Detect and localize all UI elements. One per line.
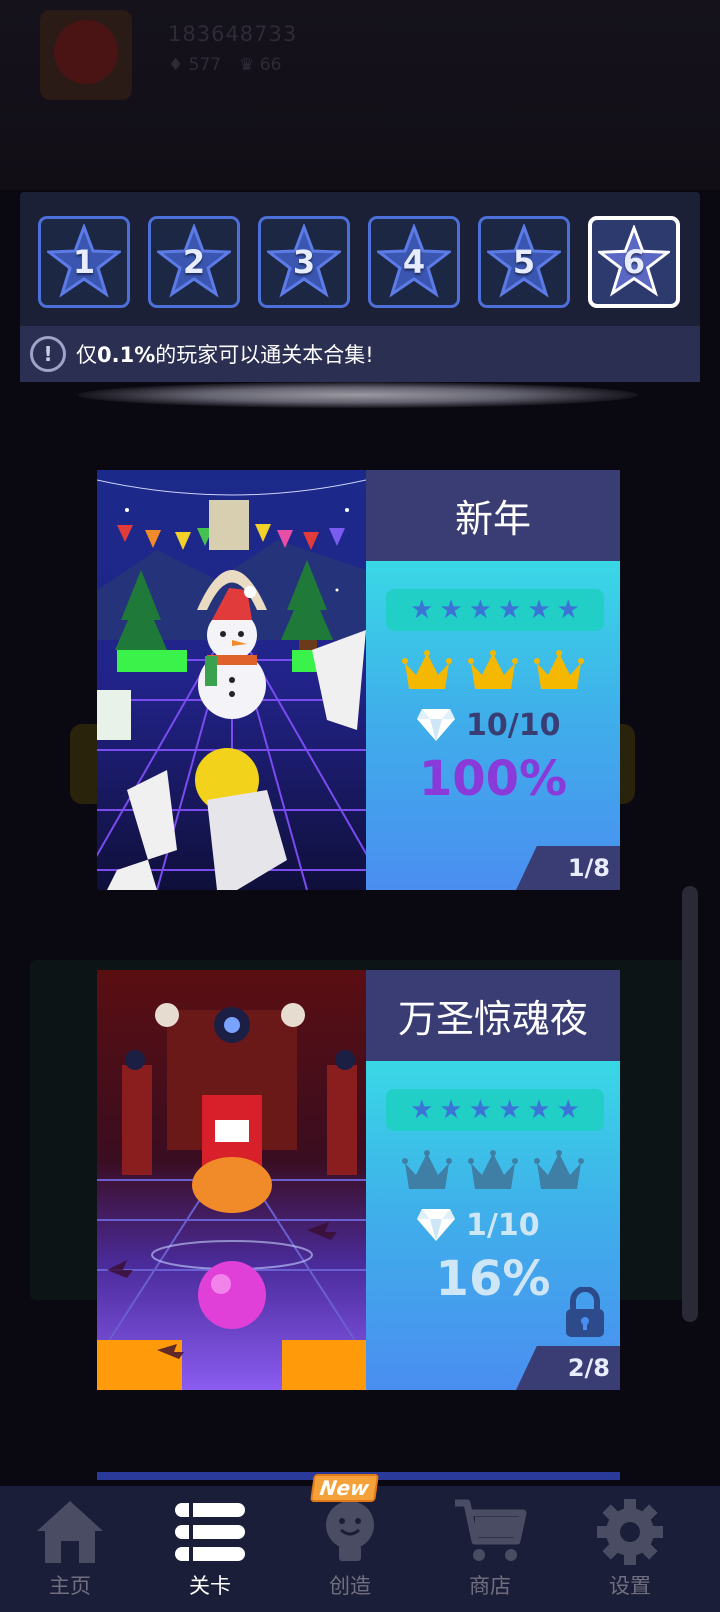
star-icon: ★ [527,1095,551,1125]
star-icon: ★ [410,595,434,625]
nav-levels[interactable]: 关卡 [140,1486,280,1612]
level-title: 新年 [366,470,620,561]
page-text: 1/8 [567,854,610,882]
crown-icon: ♛ [239,55,255,75]
nav-label: 商店 [469,1574,511,1598]
nav-label: 主页 [49,1574,91,1598]
stage-number: 5 [512,243,536,281]
level-stats: ★ ★ ★ ★ ★ ★ 1/10 16% 2/8 [366,1061,620,1390]
shop-cart-icon [453,1494,527,1570]
stage-button-3[interactable]: 3 [258,216,350,308]
star-icon: ★ [468,595,492,625]
panel-shadow [78,382,638,408]
star-rating: ★ ★ ★ ★ ★ ★ [386,589,604,631]
crowns-earned [402,649,584,693]
diamond-icon [417,1209,455,1241]
crown-icon [402,650,452,689]
nav-label: 创造 [329,1574,371,1598]
stage-button-4[interactable]: 4 [368,216,460,308]
bottom-navigation: 主页 关卡 New 创造 商店 设置 [0,1474,720,1612]
star-icon: ★ [556,595,580,625]
crown-icon [468,1150,518,1189]
level-card-halloween[interactable]: 万圣惊魂夜 ★ ★ ★ ★ ★ ★ 1/10 16% 2/8 [97,970,620,1390]
stage-number: 4 [402,243,426,281]
star-icon: ★ [439,595,463,625]
gems-collected: 10/10 [416,707,560,743]
star-icon: ★ [439,1095,463,1125]
levels-list-icon [173,1494,247,1570]
star-icon: ★ [527,595,551,625]
nav-label: 设置 [609,1574,651,1598]
level-title: 万圣惊魂夜 [366,970,620,1061]
lock-icon [566,1287,604,1337]
notice-text: 仅0.1%的玩家可以通关本合集! [76,343,374,367]
star-icon: ★ [468,1095,492,1125]
star-icon: ★ [410,1095,434,1125]
stage-button-2[interactable]: 2 [148,216,240,308]
nav-settings[interactable]: 设置 [560,1486,700,1612]
page-text: 2/8 [567,1354,610,1382]
star-icon: ★ [498,595,522,625]
level-stats: ★ ★ ★ ★ ★ ★ 10/10 100% 1/8 [366,561,620,890]
completion-notice: ! 仅0.1%的玩家可以通关本合集! [20,326,700,382]
stage-number: 3 [292,243,316,281]
completion-percent: 100% [418,751,568,807]
user-id: 183648733 [168,22,298,46]
stage-button-6[interactable]: 6 [588,216,680,308]
nav-shop[interactable]: 商店 [420,1486,560,1612]
settings-gear-icon [593,1494,667,1570]
crown-icon [534,650,584,689]
scrollbar[interactable] [682,886,698,1322]
new-badge: New [310,1474,379,1502]
create-bulb-icon [313,1494,387,1570]
star-icon: ★ [498,1095,522,1125]
stage-button-1[interactable]: 1 [38,216,130,308]
gem-icon: ♦ [168,55,184,75]
user-stats: ♦ 577 ♛ 66 [168,55,281,75]
home-icon [33,1494,107,1570]
star-rating: ★ ★ ★ ★ ★ ★ [386,1089,604,1131]
stage-number: 2 [182,243,206,281]
gem-count: 10/10 [466,707,561,743]
diamond-icon [417,709,455,741]
background-profile-area: 183648733 ♦ 577 ♛ 66 [0,0,720,190]
nav-create[interactable]: New 创造 [280,1474,420,1612]
crown-count-label: ♛ 66 [239,55,282,75]
stage-selector-panel: 1 2 3 4 5 6 ! 仅0.1%的玩家可以通关本合集! [20,192,700,382]
page-indicator: 1/8 [516,846,620,890]
level-artwork-new-year [97,470,366,890]
gem-count-label: ♦ 577 [168,55,222,75]
star-icon: ★ [556,1095,580,1125]
level-select-screen: 183648733 ♦ 577 ♛ 66 1 2 3 4 5 6 ! 仅0.1%… [0,0,720,1612]
stage-button-5[interactable]: 5 [478,216,570,308]
level-card-new-year[interactable]: 新年 ★ ★ ★ ★ ★ ★ 10/10 100% 1/8 [97,470,620,890]
exclamation-icon: ! [30,336,66,372]
stage-number: 6 [622,243,646,281]
crown-icon [468,650,518,689]
nav-label: 关卡 [189,1574,231,1598]
avatar [40,10,132,100]
page-indicator: 2/8 [516,1346,620,1390]
gems-collected: 1/10 [416,1207,540,1243]
level-artwork-halloween [97,970,366,1390]
crowns-earned [402,1149,584,1193]
nav-home[interactable]: 主页 [0,1486,140,1612]
crown-icon [402,1150,452,1189]
stage-number: 1 [72,243,96,281]
stage-buttons: 1 2 3 4 5 6 [38,216,680,308]
crown-icon [534,1150,584,1189]
gem-count: 1/10 [466,1207,540,1243]
